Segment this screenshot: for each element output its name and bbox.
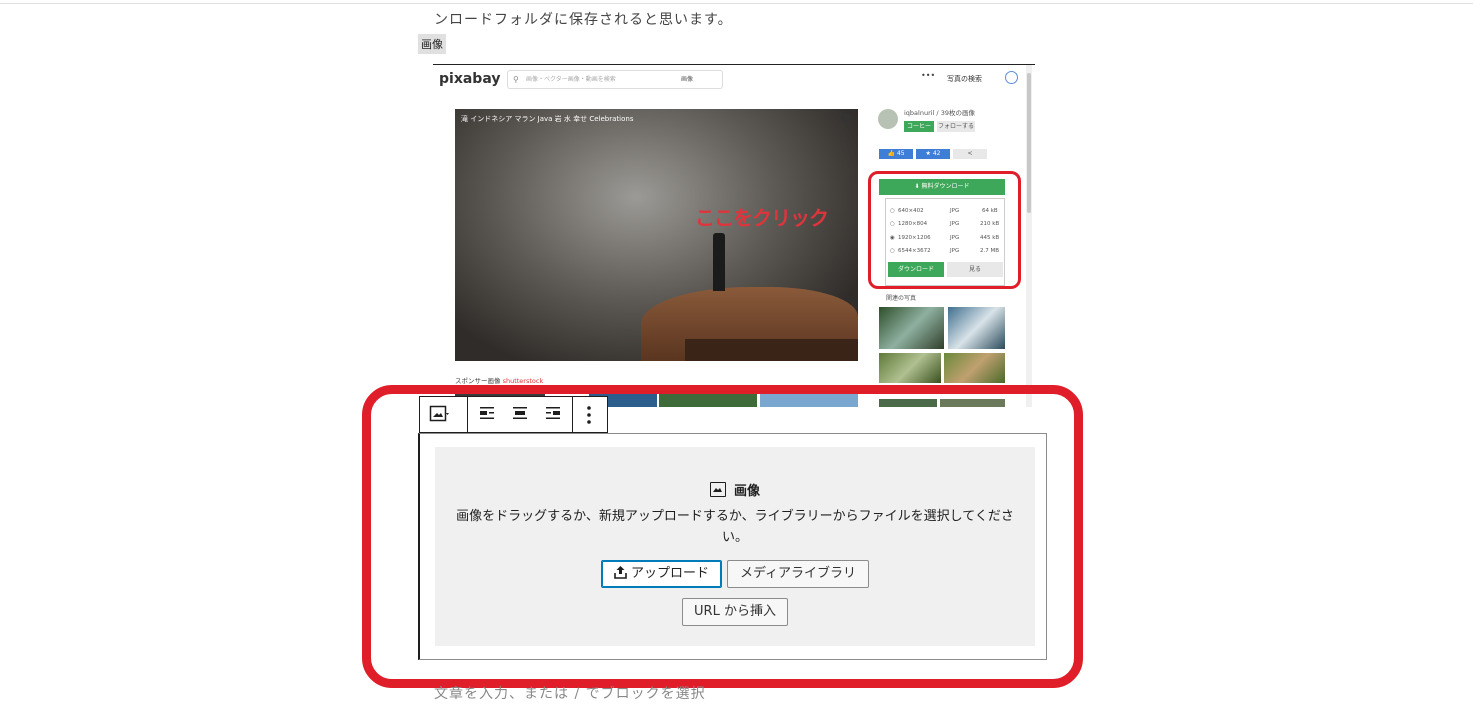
uploader-avatar	[878, 109, 898, 129]
uploader-name: iqbalnuril / 39枚の画像	[904, 109, 975, 117]
screenshot-top-border	[433, 64, 1035, 65]
photo-rock-shadow	[685, 339, 858, 361]
search-placeholder: 画像・ベクター画像・動画を検索	[526, 76, 616, 83]
related-photos-title: 関連の写真	[886, 295, 917, 302]
share-icon: <	[953, 149, 987, 159]
block-type-label: 画像	[418, 34, 446, 54]
user-avatar-icon	[1005, 71, 1018, 84]
coffee-button: コーヒー	[904, 121, 934, 132]
sponsor-label: スポンサー画像 shutterstock	[455, 377, 544, 385]
related-thumb	[879, 353, 941, 383]
pixabay-logo: pixabay	[439, 71, 501, 87]
search-type: 画像	[681, 76, 694, 83]
like-button: 👍 45	[879, 149, 913, 159]
search-icon: ⚲	[513, 75, 519, 84]
photo-tags: 滝 インドネシア マラン Java 岩 水 幸せ Celebrations	[461, 115, 634, 123]
explore-menu: 写真の検索	[947, 75, 982, 83]
pixabay-search-bar: ⚲ 画像・ベクター画像・動画を検索 画像	[507, 70, 723, 89]
highlight-box-placeholder	[362, 385, 1083, 688]
waterfall-photo	[455, 109, 858, 361]
photo-person	[713, 233, 725, 291]
favorite-button: ★ 42	[916, 149, 950, 159]
highlight-box-download	[868, 171, 1021, 289]
related-thumb	[944, 353, 1005, 383]
next-block-placeholder[interactable]: 文章を入力、または / でブロックを選択	[434, 683, 706, 703]
annotation-text: ここをクリック	[695, 206, 829, 230]
paragraph-block[interactable]: ンロードフォルダに保存されると思います。	[434, 9, 733, 29]
follow-button: フォローする	[937, 121, 975, 132]
flag-icon	[841, 113, 851, 123]
related-thumb	[948, 307, 1005, 349]
more-icon: •••	[921, 71, 936, 80]
screenshot-scroll-thumb	[1027, 73, 1031, 213]
top-divider	[0, 3, 1473, 4]
embedded-screenshot: pixabay ⚲ 画像・ベクター画像・動画を検索 画像 ••• 写真の検索 滝…	[419, 55, 1035, 407]
related-thumb	[879, 307, 944, 349]
